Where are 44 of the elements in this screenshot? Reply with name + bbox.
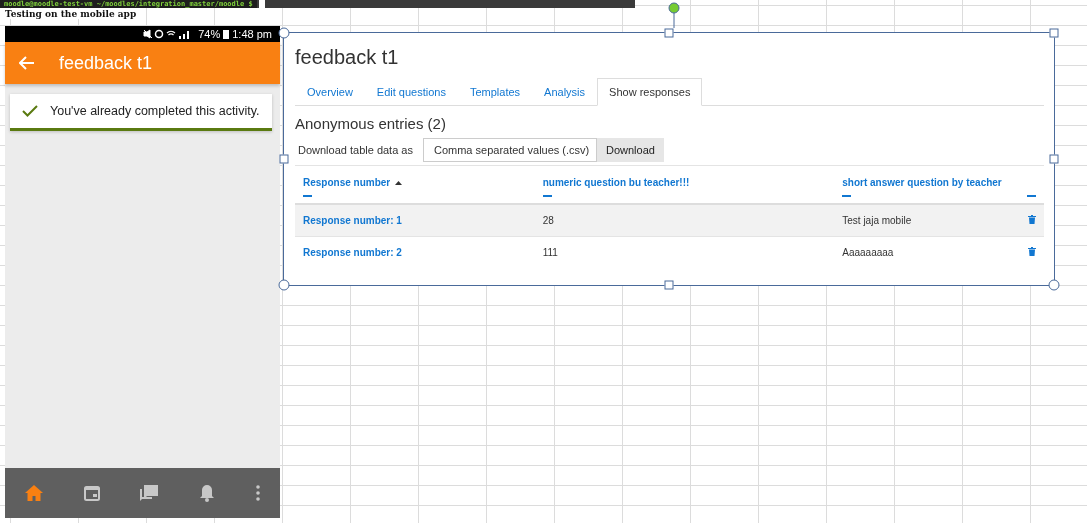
table-cell: 111 <box>542 247 558 258</box>
back-arrow-icon[interactable] <box>19 56 35 70</box>
format-select[interactable]: Comma separated values (.csv) <box>422 138 597 162</box>
delete-icon[interactable] <box>1028 215 1036 224</box>
more-icon[interactable] <box>255 485 260 501</box>
tab[interactable]: Overview <box>295 78 365 106</box>
sheet-note: Testing on the mobile app <box>5 9 139 19</box>
download-button[interactable]: Download <box>596 138 664 162</box>
notice-text: You've already completed this activity. <box>50 104 260 118</box>
tab[interactable]: Show responses <box>597 78 703 106</box>
battery-level: 74% <box>198 28 221 40</box>
rotate-handle[interactable] <box>668 2 680 28</box>
header-title: feedback t1 <box>59 52 153 74</box>
resize-handle[interactable] <box>278 27 290 39</box>
response-link[interactable]: Response number: 2 <box>303 247 402 258</box>
resize-handle[interactable] <box>664 280 674 290</box>
chat-icon[interactable] <box>140 485 159 501</box>
sort-ascending-icon <box>395 180 403 185</box>
clock: 1:48 pm <box>232 28 272 40</box>
table-cell: 28 <box>542 215 554 226</box>
resize-handle[interactable] <box>1048 279 1060 291</box>
battery-icon <box>223 29 230 39</box>
resize-handle[interactable] <box>279 154 289 164</box>
bell-icon[interactable] <box>199 484 216 502</box>
resize-handle[interactable] <box>1049 28 1059 38</box>
response-link[interactable]: Response number: 1 <box>303 215 402 226</box>
resize-handle[interactable] <box>1049 154 1059 164</box>
column-header[interactable]: numeric question bu teacher!!! <box>542 177 690 188</box>
download-label: Download table data as <box>297 144 413 156</box>
calendar-icon[interactable] <box>83 485 100 501</box>
table-cell: Test jaja mobile <box>842 215 912 226</box>
tab[interactable]: Templates <box>457 78 533 106</box>
column-header[interactable]: Response number <box>303 177 391 188</box>
resize-handle[interactable] <box>664 28 674 38</box>
table-cell: Aaaaaaaaa <box>842 247 894 258</box>
resize-handle[interactable] <box>278 279 290 291</box>
checkmark-icon <box>22 105 38 117</box>
page-title: feedback t1 <box>295 46 400 69</box>
column-header[interactable]: short answer question by teacher <box>842 177 1002 188</box>
home-icon[interactable] <box>25 485 44 501</box>
tab[interactable]: Analysis <box>532 78 598 106</box>
section-heading: Anonymous entries (2) <box>295 115 447 132</box>
delete-icon[interactable] <box>1028 247 1036 256</box>
tab[interactable]: Edit questions <box>364 78 458 106</box>
